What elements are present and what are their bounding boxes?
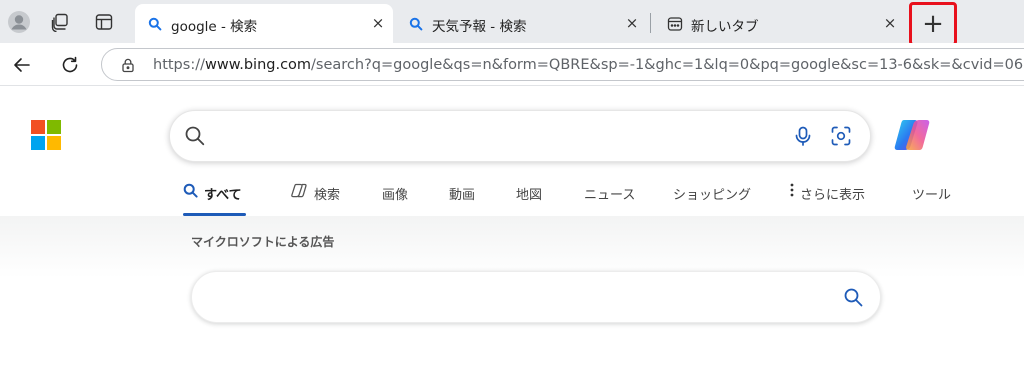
tab-google-search[interactable]: google - 検索 ×	[135, 4, 393, 43]
tab-actions-button[interactable]	[89, 7, 119, 37]
logo-yellow-square	[47, 136, 61, 150]
search-icon[interactable]	[843, 287, 864, 308]
scope-label: 動画	[449, 188, 476, 203]
lock-icon[interactable]	[120, 57, 136, 73]
scope-label: 画像	[382, 188, 409, 203]
workspaces-button[interactable]	[45, 7, 75, 37]
profile-avatar-icon	[8, 11, 30, 33]
tab-title: 天気予報 - 検索	[432, 19, 527, 35]
url-path: /search?q=google&qs=n&form=QBRE&sp=-1&gh…	[311, 57, 1024, 73]
url-host: www.bing.com	[204, 57, 312, 73]
scope-label: ショッピング	[673, 188, 752, 203]
scope-label: さらに表示	[800, 188, 866, 203]
ads-label: マイクロソフトによる広告	[191, 235, 335, 249]
more-vertical-icon	[790, 183, 794, 197]
browser-toolbar: https://www.bing.com/search?q=google&qs=…	[0, 43, 1024, 86]
scope-label: ツール	[912, 188, 952, 203]
tab-weather-search[interactable]: 天気予報 - 検索 ×	[396, 4, 647, 43]
logo-blue-square	[31, 136, 45, 150]
address-bar[interactable]: https://www.bing.com/search?q=google&qs=…	[101, 48, 1024, 81]
scope-tab-all[interactable]: すべて	[183, 183, 246, 216]
search-icon	[185, 126, 205, 146]
tab-close-icon[interactable]: ×	[623, 14, 641, 32]
vertical-tabs-icon	[95, 14, 113, 30]
reload-button[interactable]	[55, 50, 85, 80]
scope-tab-tools[interactable]: ツール	[912, 184, 951, 216]
workspaces-icon	[51, 13, 68, 32]
ad-search-input[interactable]	[191, 271, 881, 323]
tab-separator	[650, 13, 651, 33]
copilot-search-icon	[291, 183, 307, 198]
scope-label: 検索	[314, 188, 341, 203]
scope-tab-videos[interactable]: 動画	[449, 184, 475, 216]
tab-close-icon[interactable]: ×	[881, 14, 899, 32]
scope-tab-copilot-search[interactable]: 検索	[290, 183, 341, 216]
microphone-icon[interactable]	[792, 125, 814, 147]
ads-section-background	[0, 216, 1024, 278]
logo-green-square	[47, 120, 61, 134]
scope-label: すべて	[204, 188, 242, 203]
url-scheme: https://	[153, 57, 205, 73]
search-scope-tabs: すべて 検索 画像 動画 地図 ニュース ショッピング さらに表示 ツール	[0, 176, 1024, 216]
search-input[interactable]	[169, 110, 871, 162]
tab-title: 新しいタブ	[691, 19, 759, 35]
new-tab-page-icon	[667, 16, 683, 32]
plus-icon: +	[922, 9, 944, 39]
microsoft-logo[interactable]	[31, 120, 61, 150]
tab-new-tab[interactable]: 新しいタブ ×	[655, 4, 905, 43]
logo-red-square	[31, 120, 45, 134]
arrow-left-icon	[14, 58, 30, 72]
tab-close-icon[interactable]: ×	[369, 14, 387, 32]
tab-strip: google - 検索 × 天気予報 - 検索 × 新しいタブ × +	[0, 0, 1024, 46]
scope-label: 地図	[516, 188, 543, 203]
new-tab-button[interactable]: +	[909, 2, 957, 46]
tab-title: google - 検索	[171, 19, 258, 35]
visual-search-icon[interactable]	[830, 125, 852, 147]
scope-label: ニュース	[584, 188, 636, 203]
bing-search-icon	[408, 16, 424, 32]
copilot-icon[interactable]	[892, 116, 932, 154]
scope-tab-news[interactable]: ニュース	[584, 184, 635, 216]
back-button[interactable]	[7, 50, 37, 80]
scope-tab-images[interactable]: 画像	[382, 184, 408, 216]
scope-tab-more[interactable]: さらに表示	[790, 183, 866, 216]
profile-button[interactable]	[4, 7, 34, 37]
search-icon	[183, 183, 198, 198]
refresh-icon	[62, 56, 78, 73]
scope-tab-maps[interactable]: 地図	[516, 184, 542, 216]
scope-tab-shopping[interactable]: ショッピング	[673, 184, 751, 216]
url-text[interactable]: https://www.bing.com/search?q=google&qs=…	[153, 57, 1024, 73]
bing-search-icon	[147, 16, 163, 32]
